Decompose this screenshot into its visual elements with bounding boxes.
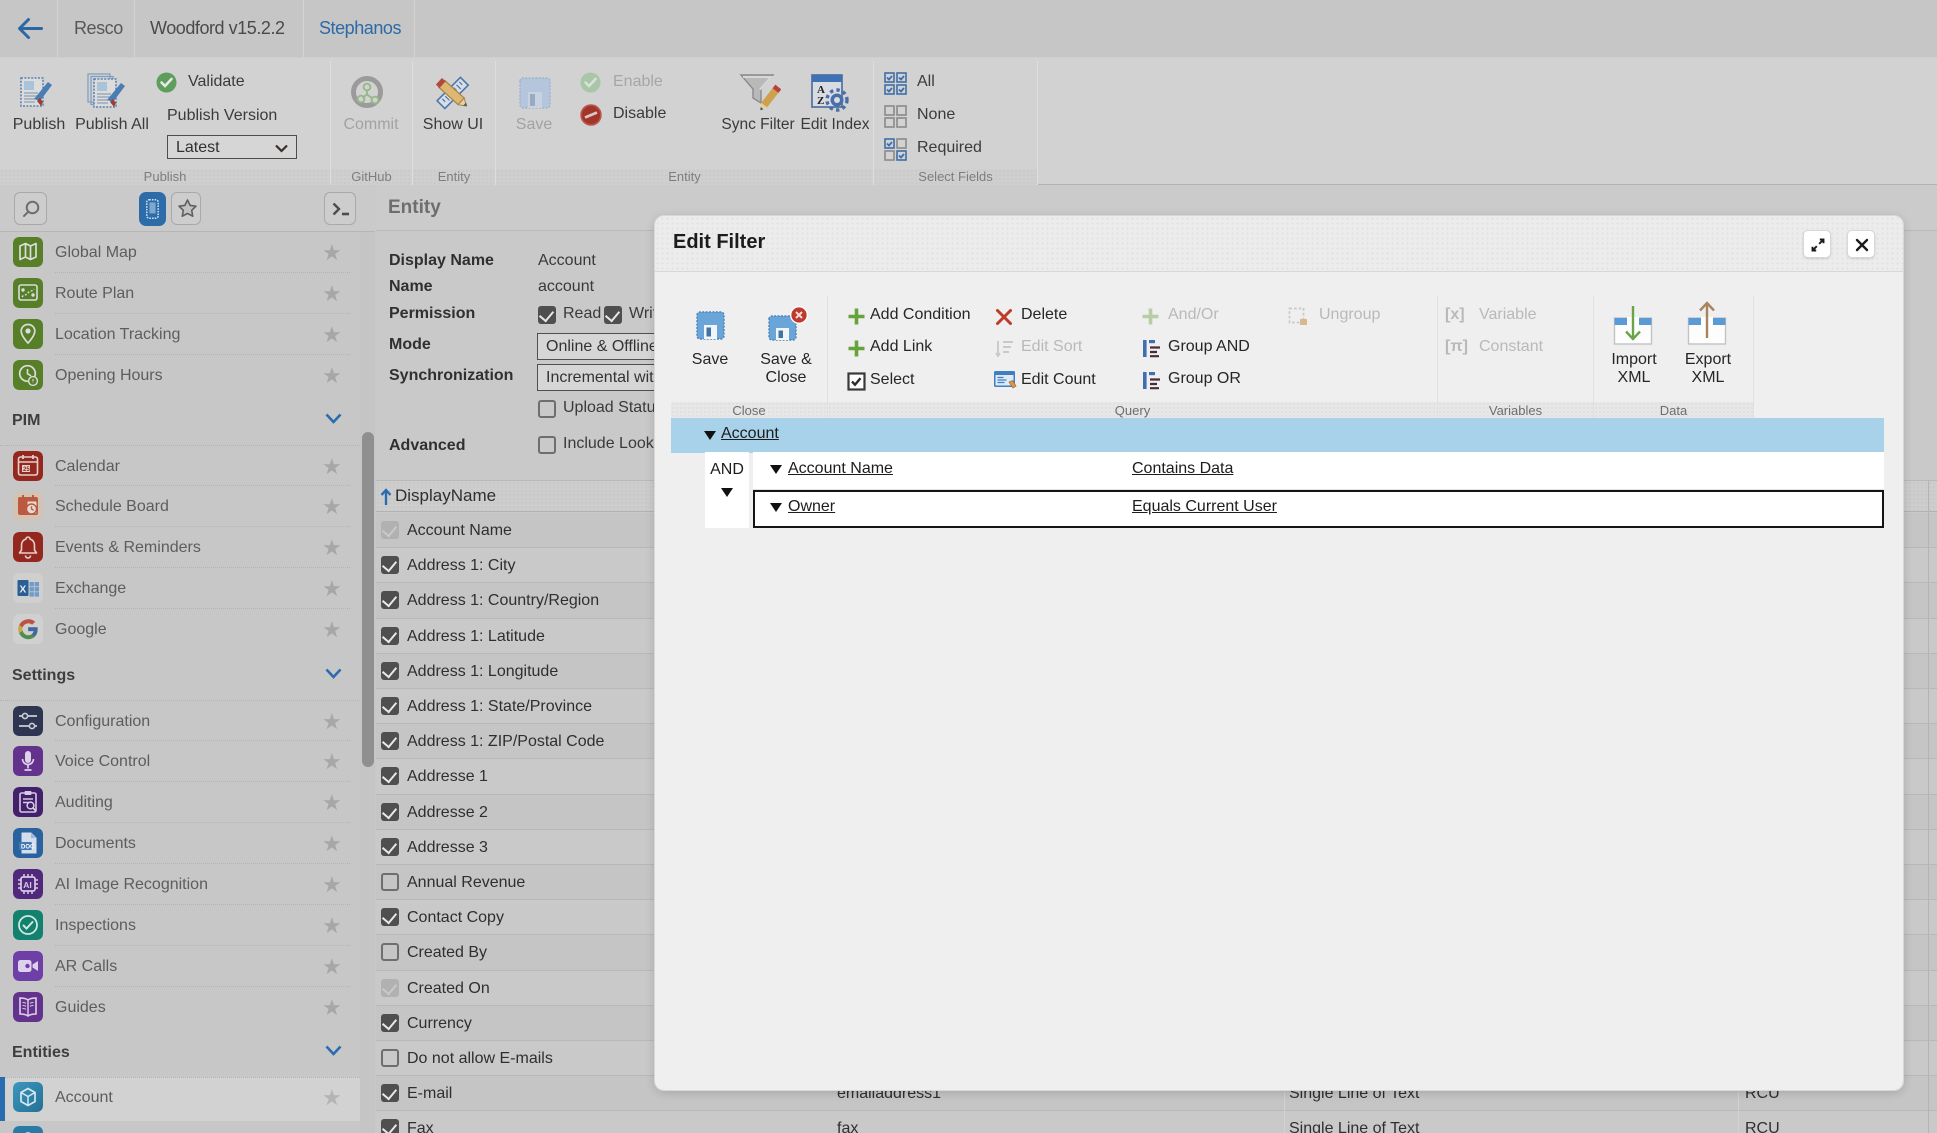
svg-text:AI: AI xyxy=(23,880,32,890)
svg-text:Z: Z xyxy=(817,95,824,107)
svg-text:DOC: DOC xyxy=(21,845,35,851)
svg-text:25: 25 xyxy=(23,467,30,473)
svg-text:X: X xyxy=(20,585,27,596)
